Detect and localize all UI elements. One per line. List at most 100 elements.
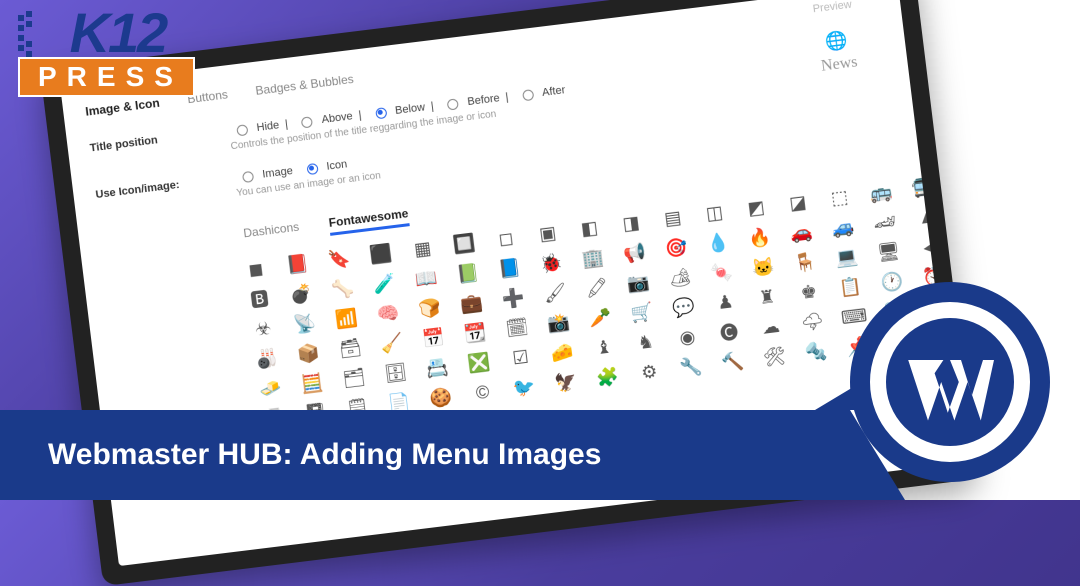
picker-icon[interactable]: ▣ <box>537 222 559 244</box>
picker-icon[interactable]: 🗃 <box>339 337 361 359</box>
tab-dashicons[interactable]: Dashicons <box>243 220 301 247</box>
picker-icon[interactable]: 🍞 <box>419 297 441 319</box>
picker-icon[interactable]: 🧩 <box>597 366 619 388</box>
picker-icon[interactable]: ▦ <box>411 238 433 260</box>
picker-icon[interactable]: ◧ <box>578 217 600 239</box>
picker-icon[interactable]: ⚙ <box>638 361 660 383</box>
picker-icon[interactable]: 📆 <box>464 322 486 344</box>
picker-icon[interactable]: ◼ <box>245 258 267 280</box>
picker-icon[interactable]: 🍬 <box>711 261 733 283</box>
picker-icon[interactable]: 🚌 <box>870 181 892 203</box>
picker-icon[interactable]: 🔲 <box>453 232 475 254</box>
picker-icon[interactable]: 📇 <box>426 357 448 379</box>
picker-icon[interactable]: ☁ <box>760 316 782 338</box>
picker-icon[interactable]: ♞ <box>635 331 657 353</box>
picker-icon[interactable]: 🧠 <box>377 302 399 324</box>
picker-icon[interactable]: ◩ <box>745 197 767 219</box>
picker-icon[interactable]: ⌨ <box>843 305 865 327</box>
picker-icon[interactable]: ◀ <box>919 236 941 258</box>
picker-icon[interactable]: 🖌 <box>544 282 566 304</box>
picker-icon[interactable]: 🅒 <box>718 321 740 343</box>
radio-below[interactable] <box>375 107 387 119</box>
picker-icon[interactable]: 💻 <box>836 246 858 268</box>
picker-icon[interactable]: ◉ <box>676 326 698 348</box>
picker-icon[interactable]: 📡 <box>294 312 316 334</box>
picker-icon[interactable]: 🐱 <box>752 256 774 278</box>
picker-icon[interactable]: 🎯 <box>665 237 687 259</box>
picker-icon[interactable]: 🚗 <box>790 221 812 243</box>
radio-before[interactable] <box>447 98 459 110</box>
picker-icon[interactable]: 🔧 <box>680 356 702 378</box>
picker-icon[interactable]: ◨ <box>620 212 642 234</box>
picker-icon[interactable]: 🪑 <box>794 251 816 273</box>
picker-icon[interactable]: 🛒 <box>631 301 653 323</box>
radio-after[interactable] <box>522 89 534 101</box>
picker-icon[interactable]: 🏕 <box>669 266 691 288</box>
picker-icon[interactable]: ♝ <box>593 336 615 358</box>
picker-icon[interactable]: 🦴 <box>332 278 354 300</box>
picker-icon[interactable]: 📶 <box>335 307 357 329</box>
picker-icon[interactable]: 🚙 <box>832 216 854 238</box>
picker-icon[interactable]: 📕 <box>286 253 308 275</box>
picker-icon[interactable]: 🔥 <box>749 226 771 248</box>
picker-icon[interactable]: ⬚ <box>828 186 850 208</box>
picker-icon[interactable]: 🧀 <box>551 341 573 363</box>
picker-icon[interactable]: 📦 <box>297 342 319 364</box>
picker-icon[interactable]: ◻ <box>495 227 517 249</box>
picker-icon[interactable]: ☣ <box>252 318 274 340</box>
picker-icon[interactable]: 🌩 <box>801 311 823 333</box>
picker-icon[interactable]: © <box>471 381 493 403</box>
picker-icon[interactable]: 🧪 <box>373 272 395 294</box>
radio-icon[interactable] <box>306 162 318 174</box>
picker-icon[interactable]: 📋 <box>839 276 861 298</box>
picker-icon[interactable]: 🖍 <box>586 277 608 299</box>
picker-icon[interactable]: 💼 <box>460 292 482 314</box>
picker-icon[interactable]: 🧮 <box>301 372 323 394</box>
picker-icon[interactable]: ♜ <box>756 286 778 308</box>
picker-icon[interactable]: 🏎 <box>874 211 896 233</box>
picker-icon[interactable]: ♟ <box>714 291 736 313</box>
picker-icon[interactable]: 📖 <box>415 267 437 289</box>
picker-icon[interactable]: 🕐 <box>881 271 903 293</box>
picker-icon[interactable]: 🛠 <box>763 345 785 367</box>
picker-icon[interactable]: 📷 <box>627 272 649 294</box>
tab-badges[interactable]: Badges & Bubbles <box>255 72 355 98</box>
tab-image-icon[interactable]: Image & Icon <box>85 96 161 119</box>
picker-icon[interactable]: 🍪 <box>430 386 452 408</box>
picker-icon[interactable]: 🐞 <box>540 252 562 274</box>
picker-icon[interactable]: ▲ <box>915 206 937 228</box>
picker-icon[interactable]: 🧈 <box>259 377 281 399</box>
picker-icon[interactable]: ☑ <box>509 346 531 368</box>
picker-icon[interactable]: 💣 <box>290 283 312 305</box>
picker-icon[interactable]: 🔨 <box>722 351 744 373</box>
picker-icon[interactable]: 🗓 <box>506 317 528 339</box>
tab-fontawesome[interactable]: Fontawesome <box>328 206 410 236</box>
picker-icon[interactable]: 🐦 <box>513 376 535 398</box>
picker-icon[interactable]: 💬 <box>673 296 695 318</box>
picker-icon[interactable]: 🚍 <box>912 176 934 198</box>
picker-icon[interactable]: 🗄 <box>384 362 406 384</box>
picker-icon[interactable]: ♚ <box>798 281 820 303</box>
radio-image[interactable] <box>242 170 254 182</box>
picker-icon[interactable]: 🥕 <box>589 306 611 328</box>
picker-icon[interactable]: ◫ <box>703 202 725 224</box>
picker-icon[interactable]: ➕ <box>502 287 524 309</box>
picker-icon[interactable]: 🗂 <box>343 367 365 389</box>
picker-icon[interactable]: 📸 <box>548 312 570 334</box>
picker-icon[interactable]: 🦅 <box>555 371 577 393</box>
picker-icon[interactable]: 🅱 <box>248 288 270 310</box>
picker-icon[interactable]: 🖥 <box>877 241 899 263</box>
picker-icon[interactable]: 💧 <box>707 232 729 254</box>
picker-icon[interactable]: ▤ <box>662 207 684 229</box>
picker-icon[interactable]: 📘 <box>499 257 521 279</box>
picker-icon[interactable]: 📢 <box>624 242 646 264</box>
radio-above[interactable] <box>301 116 313 128</box>
picker-icon[interactable]: 🧹 <box>381 332 403 354</box>
picker-icon[interactable]: 🔖 <box>328 248 350 270</box>
picker-icon[interactable]: 📗 <box>457 262 479 284</box>
picker-icon[interactable]: 📅 <box>422 327 444 349</box>
radio-hide[interactable] <box>236 124 248 136</box>
picker-icon[interactable]: ◪ <box>787 191 809 213</box>
picker-icon[interactable]: ❎ <box>468 352 490 374</box>
picker-icon[interactable]: 🎳 <box>256 347 278 369</box>
